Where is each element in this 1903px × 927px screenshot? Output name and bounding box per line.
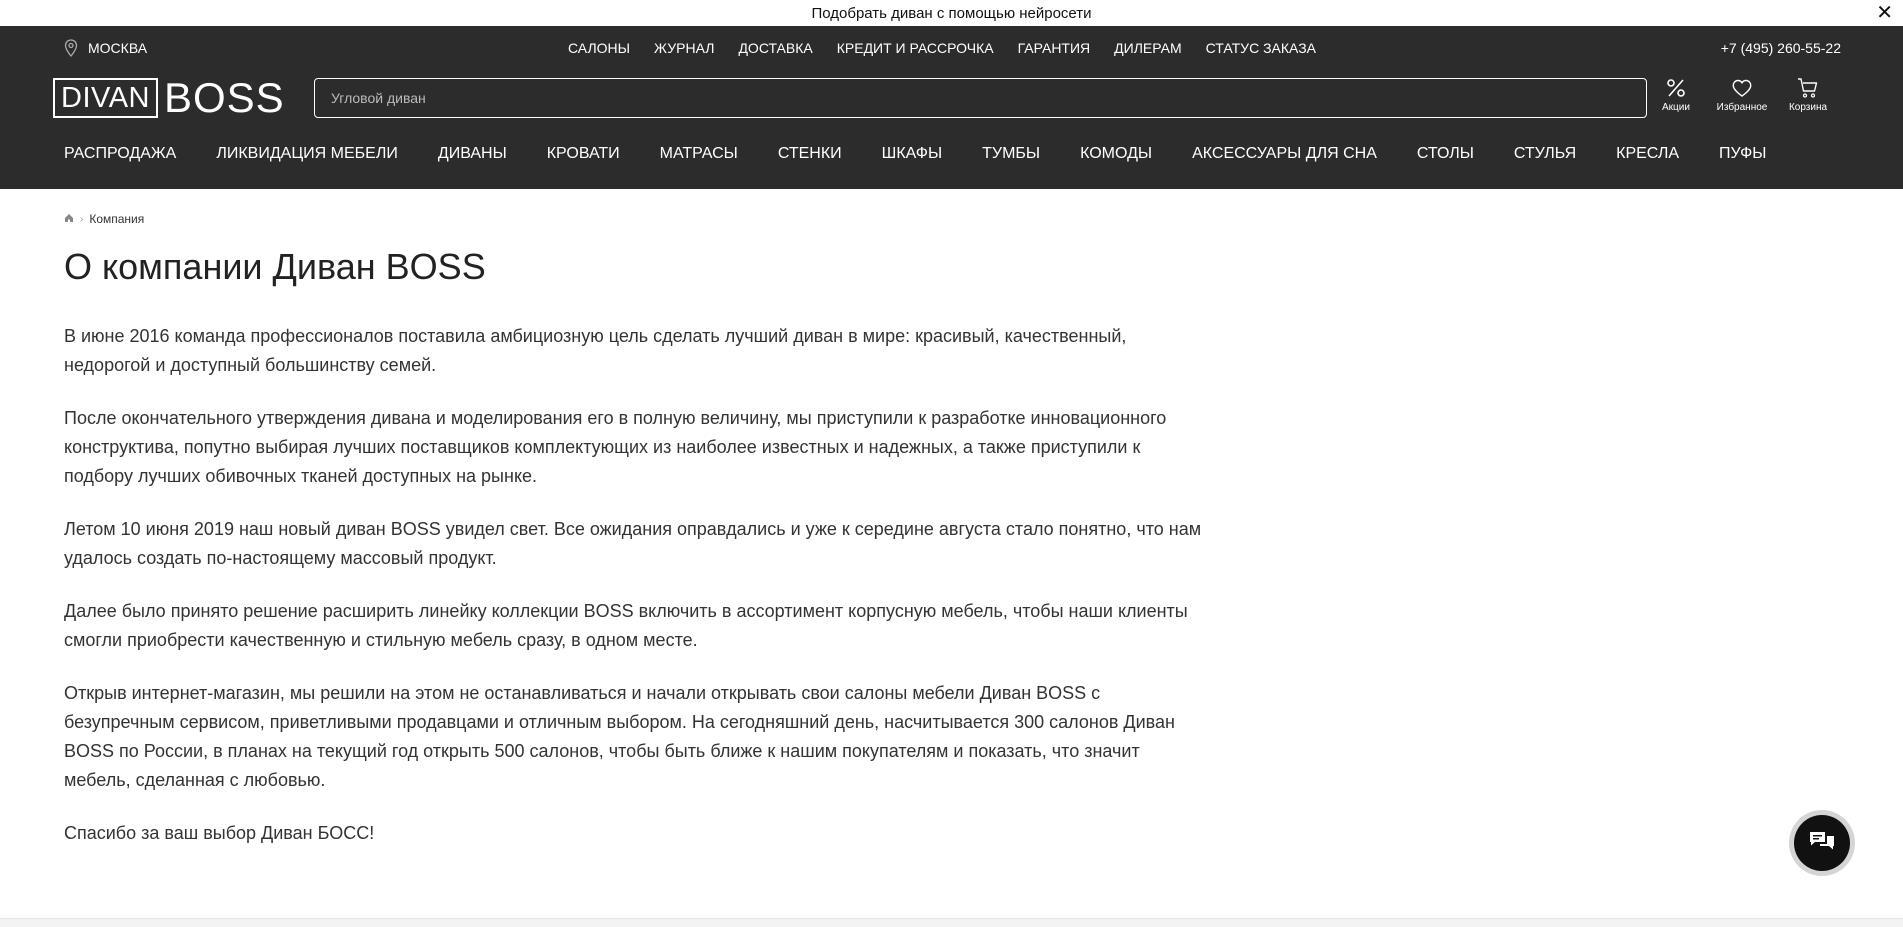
logo-box-text: DIVAN [53,78,158,118]
top-nav: САЛОНЫ ЖУРНАЛ ДОСТАВКА КРЕДИТ И РАССРОЧК… [568,40,1340,56]
cart-label: Корзина [1788,102,1828,113]
promo-bar[interactable]: Подобрать диван с помощью нейросети ✕ [0,0,1903,26]
heart-icon [1732,79,1752,97]
search-input[interactable] [314,78,1647,118]
phone-number[interactable]: +7 (495) 260-55-22 [1721,40,1841,56]
paragraph: Открыв интернет-магазин, мы решили на эт… [64,683,1175,790]
city-selector[interactable]: МОСКВА [64,39,147,57]
top-nav-delivery[interactable]: ДОСТАВКА [738,40,812,56]
top-nav-salons[interactable]: САЛОНЫ [568,40,630,56]
breadcrumb-current: Компания [89,212,145,226]
close-icon[interactable]: ✕ [1876,3,1893,23]
breadcrumb: › Компания [64,212,1204,226]
category-dressers[interactable]: КОМОДЫ [1080,145,1152,163]
category-poufs[interactable]: ПУФЫ [1719,145,1766,163]
favorites-button[interactable]: Избранное [1709,76,1775,113]
cart-icon [1798,78,1818,98]
sales-button[interactable]: Акции [1643,76,1709,113]
logo-text: BOSS [163,74,285,121]
category-sofas[interactable]: ДИВАНЫ [438,145,507,163]
category-chairs[interactable]: СТУЛЬЯ [1514,145,1576,163]
cart-button[interactable]: Корзина [1775,76,1841,113]
breadcrumb-separator-icon: › [80,213,84,225]
header-icons: Акции Избранное Корзина [1643,76,1841,113]
paragraph: Далее было принято решение расширить лин… [64,601,1188,650]
page-title: О компании Диван BOSS [64,246,486,287]
category-wardrobes[interactable]: ШКАФЫ [882,145,942,163]
paragraph: Спасибо за ваш выбор Диван БОСС! [64,823,375,843]
sales-label: Акции [1662,102,1690,113]
site-logo[interactable]: DIVAN BOSS [53,77,285,119]
category-liquidation[interactable]: ЛИКВИДАЦИЯ МЕБЕЛИ [216,145,398,163]
city-label: МОСКВА [88,40,148,56]
location-pin-icon [64,39,78,57]
home-icon[interactable] [64,212,74,226]
category-row: РАСПРОДАЖА ЛИКВИДАЦИЯ МЕБЕЛИ ДИВАНЫ КРОВ… [0,125,1903,189]
header-main-row: DIVAN BOSS Акции Избранное Корзина [0,70,1903,125]
top-nav-warranty[interactable]: ГАРАНТИЯ [1018,40,1091,56]
promo-text[interactable]: Подобрать диван с помощью нейросети [811,5,1091,22]
category-nightstands[interactable]: ТУМБЫ [982,145,1040,163]
category-tables[interactable]: СТОЛЫ [1417,145,1474,163]
chat-button-inner [1794,815,1850,871]
about-text: В июне 2016 команда профессионалов поста… [64,322,1204,848]
chat-button[interactable] [1789,810,1855,876]
category-sale[interactable]: РАСПРОДАЖА [64,145,176,163]
paragraph: После окончательного утверждения дивана … [64,408,1167,486]
paragraph: В июне 2016 команда профессионалов поста… [64,326,1127,375]
category-armchairs[interactable]: КРЕСЛА [1616,145,1679,163]
top-nav-journal[interactable]: ЖУРНАЛ [654,40,714,56]
top-nav-credit[interactable]: КРЕДИТ И РАССРОЧКА [837,40,994,56]
site-header: МОСКВА САЛОНЫ ЖУРНАЛ ДОСТАВКА КРЕДИТ И Р… [0,26,1903,189]
category-sleep-accessories[interactable]: АКСЕССУАРЫ ДЛЯ СНА [1192,145,1377,163]
category-wall-units[interactable]: СТЕНКИ [778,145,842,163]
percent-icon [1667,79,1685,97]
header-top-row: МОСКВА САЛОНЫ ЖУРНАЛ ДОСТАВКА КРЕДИТ И Р… [0,26,1903,70]
chat-icon [1810,832,1834,850]
top-nav-order-status[interactable]: СТАТУС ЗАКАЗА [1206,40,1316,56]
category-beds[interactable]: КРОВАТИ [547,145,620,163]
category-mattresses[interactable]: МАТРАСЫ [660,145,738,163]
paragraph: Летом 10 июня 2019 наш новый диван BOSS … [64,519,1202,568]
top-nav-dealers[interactable]: ДИЛЕРАМ [1114,40,1181,56]
category-nav: РАСПРОДАЖА ЛИКВИДАЦИЯ МЕБЕЛИ ДИВАНЫ КРОВ… [64,145,1806,163]
footer-divider [0,918,1903,927]
main-content: › Компания О компании Диван BOSS В июне … [64,212,1204,872]
favorites-label: Избранное [1716,102,1768,113]
